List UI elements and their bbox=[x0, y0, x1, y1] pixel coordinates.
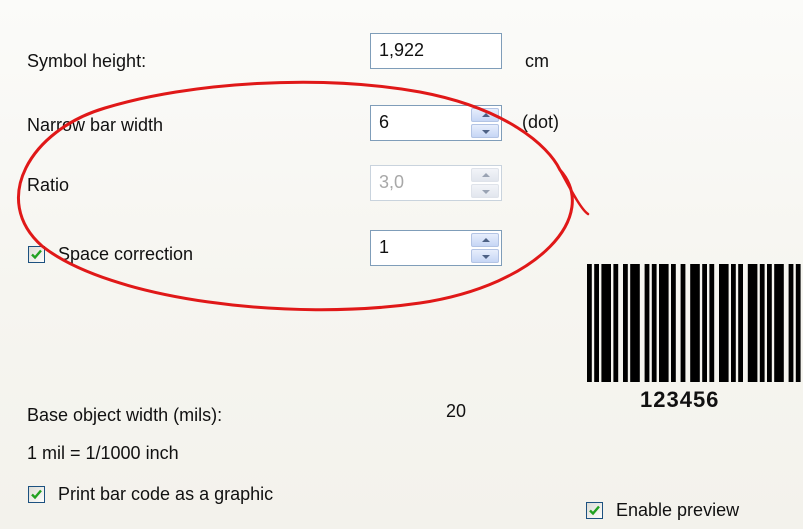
spin-buttons bbox=[471, 168, 499, 198]
symbol-height-label: Symbol height: bbox=[27, 51, 147, 71]
narrow-bar-width-label: Narrow bar width bbox=[27, 115, 164, 135]
barcode-bar bbox=[795, 264, 801, 382]
barcode-bar bbox=[774, 264, 784, 382]
symbol-height-input[interactable]: 1,922 bbox=[370, 33, 502, 69]
space-correction-spinner[interactable]: 1 bbox=[370, 230, 502, 266]
barcode-bar bbox=[671, 264, 676, 382]
narrow-bar-width-unit: (dot) bbox=[522, 112, 560, 132]
symbol-height-unit: cm bbox=[525, 51, 549, 71]
enable-preview-label: Enable preview bbox=[616, 500, 740, 520]
checkbox-checked-icon bbox=[589, 505, 600, 516]
barcode-text: 123456 bbox=[640, 387, 720, 412]
base-object-width-value: 20 bbox=[446, 401, 467, 421]
barcode-bar bbox=[680, 264, 686, 382]
space-correction-label: Space correction bbox=[58, 244, 194, 264]
barcode-bar bbox=[613, 264, 619, 382]
narrow-bar-width-value[interactable]: 6 bbox=[379, 112, 389, 133]
barcode-bar bbox=[587, 264, 592, 382]
spin-buttons[interactable] bbox=[471, 233, 499, 263]
barcode-bar bbox=[644, 264, 650, 382]
print-as-graphic-label: Print bar code as a graphic bbox=[58, 484, 274, 504]
mil-note: 1 mil = 1/1000 inch bbox=[27, 443, 179, 463]
barcode-graphic bbox=[587, 264, 801, 382]
spin-down-icon[interactable] bbox=[471, 249, 499, 263]
ratio-spinner: 3,0 bbox=[370, 165, 502, 201]
ratio-value: 3,0 bbox=[379, 172, 405, 192]
checkbox-checked-icon bbox=[31, 489, 42, 500]
spin-down-icon[interactable] bbox=[471, 124, 499, 138]
spin-up-icon[interactable] bbox=[471, 108, 499, 122]
spin-down-icon bbox=[471, 184, 499, 198]
space-correction-value[interactable]: 1 bbox=[379, 237, 389, 258]
barcode-bar bbox=[690, 264, 700, 382]
barcode-bar bbox=[702, 264, 707, 382]
space-correction-checkbox[interactable] bbox=[28, 246, 45, 263]
barcode-bar bbox=[747, 264, 758, 382]
base-object-width-label: Base object width (mils): bbox=[27, 405, 223, 425]
barcode-bar bbox=[623, 264, 628, 382]
barcode-bar bbox=[630, 264, 640, 382]
spin-up-icon bbox=[471, 168, 499, 182]
enable-preview-checkbox[interactable] bbox=[586, 502, 603, 519]
spin-buttons[interactable] bbox=[471, 108, 499, 138]
barcode-bar bbox=[759, 264, 765, 382]
barcode-bar bbox=[709, 264, 715, 382]
barcode-bar bbox=[719, 264, 729, 382]
barcode-bar bbox=[659, 264, 669, 382]
barcode-bar bbox=[738, 264, 743, 382]
ratio-label: Ratio bbox=[27, 175, 70, 195]
barcode-bar bbox=[788, 264, 794, 382]
barcode-bar bbox=[731, 264, 736, 382]
barcode-bar bbox=[601, 264, 611, 382]
barcode-bar bbox=[651, 264, 657, 382]
barcode-bar bbox=[767, 264, 772, 382]
checkbox-checked-icon bbox=[31, 249, 42, 260]
barcode-bar bbox=[594, 264, 599, 382]
spin-up-icon[interactable] bbox=[471, 233, 499, 247]
narrow-bar-width-spinner[interactable]: 6 bbox=[370, 105, 502, 141]
print-as-graphic-checkbox[interactable] bbox=[28, 486, 45, 503]
